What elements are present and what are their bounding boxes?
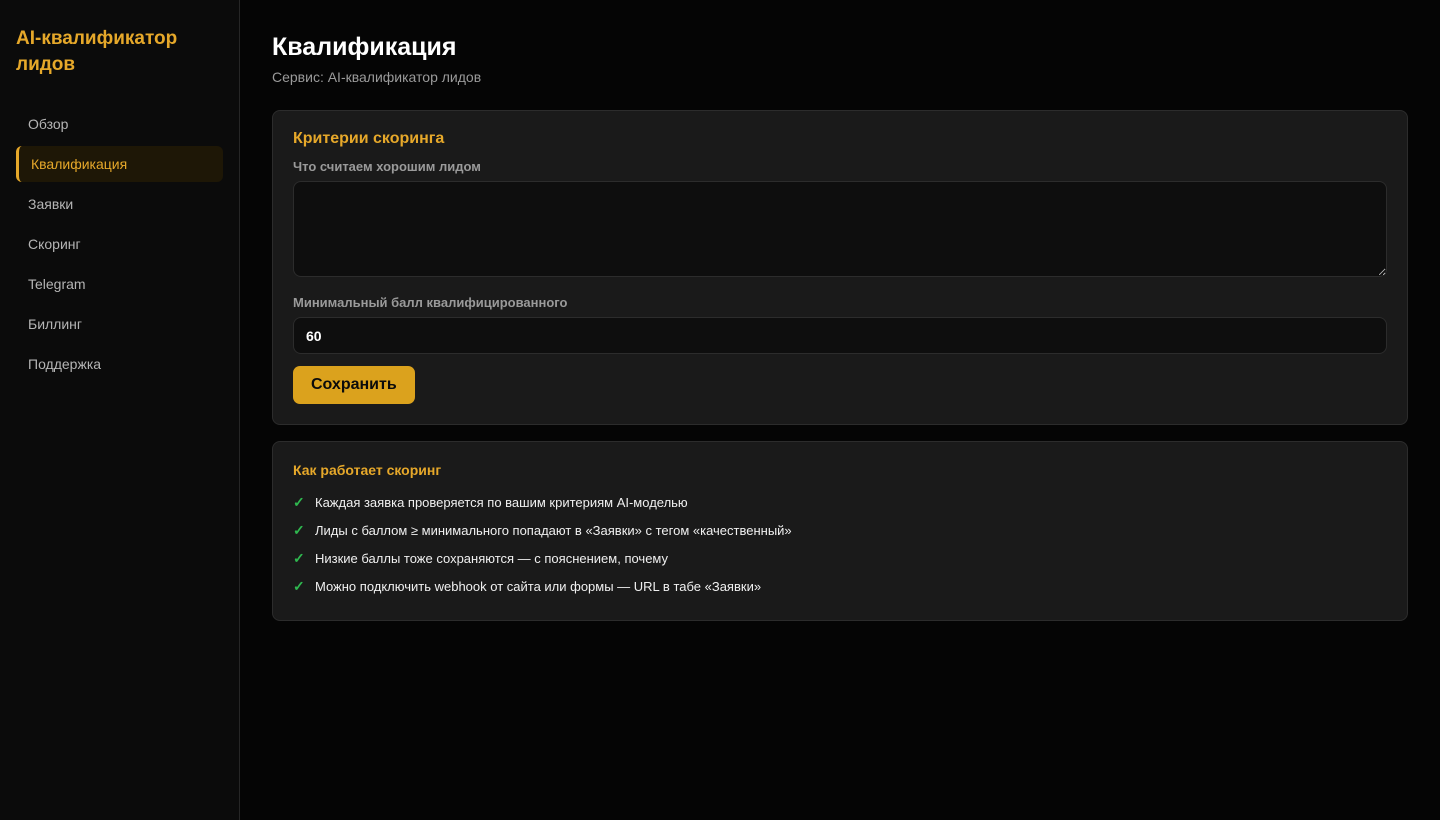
- sidebar: AI-квалификатор лидов Обзор Квалификация…: [0, 0, 240, 820]
- sidebar-nav: Обзор Квалификация Заявки Скоринг Telegr…: [16, 106, 223, 382]
- app-root: AI-квалификатор лидов Обзор Квалификация…: [0, 0, 1440, 820]
- min-score-label: Минимальный балл квалифицированного: [293, 295, 568, 310]
- criteria-card-title: Критерии скоринга: [293, 130, 445, 147]
- sidebar-item-scoring[interactable]: Скоринг: [16, 226, 223, 262]
- sidebar-item-support[interactable]: Поддержка: [16, 346, 223, 382]
- list-item: ✓ Каждая заявка проверяется по вашим кри…: [293, 488, 1387, 516]
- sidebar-item-billing[interactable]: Биллинг: [16, 306, 223, 342]
- how-card-title: Как работает скоринг: [293, 462, 442, 478]
- brand-logo-text: AI-квалификатор лидов: [16, 28, 178, 75]
- check-icon: ✓: [293, 493, 305, 510]
- criteria-card: Критерии скоринга Что считаем хорошим ли…: [272, 110, 1408, 425]
- page-subtitle: Сервис: AI-квалификатор лидов: [272, 69, 482, 85]
- how-scoring-works-card: Как работает скоринг ✓ Каждая заявка про…: [272, 441, 1408, 621]
- sidebar-item-telegram[interactable]: Telegram: [16, 266, 223, 302]
- list-item-text: Лиды с баллом ≥ минимального попадают в …: [315, 522, 792, 538]
- list-item-text: Низкие баллы тоже сохраняются — с поясне…: [315, 550, 669, 566]
- check-icon: ✓: [293, 521, 305, 538]
- check-icon: ✓: [293, 549, 305, 566]
- sidebar-item-overview[interactable]: Обзор: [16, 106, 223, 142]
- list-item-text: Можно подключить webhook от сайта или фо…: [315, 578, 762, 594]
- how-list: ✓ Каждая заявка проверяется по вашим кри…: [293, 488, 1387, 600]
- min-score-input[interactable]: [293, 317, 1387, 354]
- page-title: Квалификация: [272, 33, 457, 61]
- good-lead-textarea[interactable]: [293, 181, 1387, 277]
- main-content: Квалификация Сервис: AI-квалификатор лид…: [240, 0, 1440, 820]
- good-lead-label: Что считаем хорошим лидом: [293, 159, 481, 174]
- list-item: ✓ Можно подключить webhook от сайта или …: [293, 572, 1387, 600]
- sidebar-item-qualification[interactable]: Квалификация: [16, 146, 223, 182]
- list-item-text: Каждая заявка проверяется по вашим крите…: [315, 494, 688, 510]
- sidebar-item-requests[interactable]: Заявки: [16, 186, 223, 222]
- list-item: ✓ Лиды с баллом ≥ минимального попадают …: [293, 516, 1387, 544]
- save-button[interactable]: Сохранить: [293, 366, 415, 404]
- list-item: ✓ Низкие баллы тоже сохраняются — с пояс…: [293, 544, 1387, 572]
- check-icon: ✓: [293, 577, 305, 594]
